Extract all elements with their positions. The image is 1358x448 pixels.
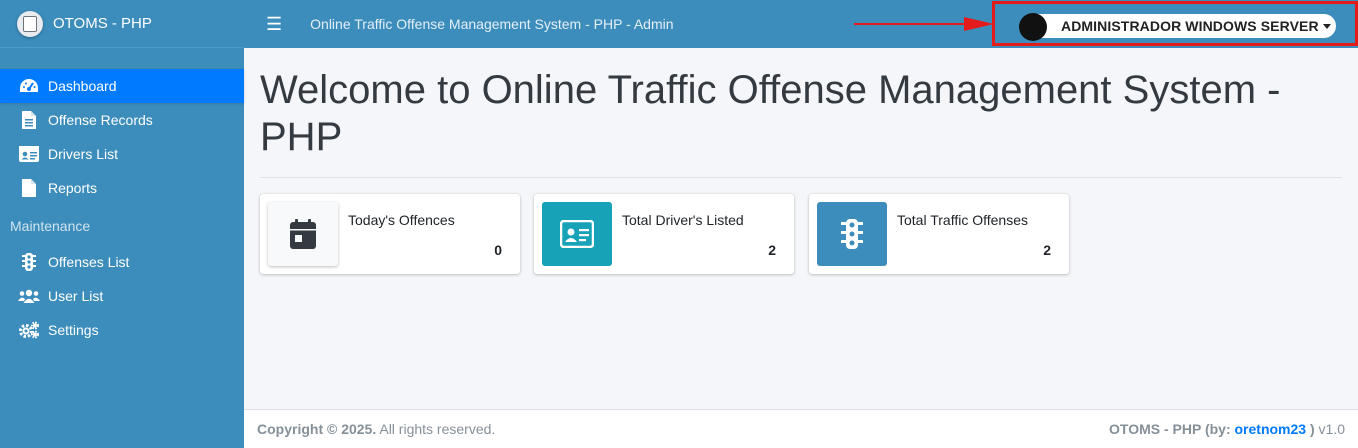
sidebar: OTOMS - PHP Dashboard Offense Records Dr… [0,0,244,448]
footer-copyright: Copyright © 2025. All rights reserved. [257,421,495,437]
copyright-rights: All rights reserved. [379,421,496,437]
sidebar-item-label: User List [48,288,104,304]
avatar [1019,12,1047,41]
info-box-number: 2 [768,242,776,258]
top-navbar: ☰ Online Traffic Offense Management Syst… [244,0,1358,48]
version: v1.0 [1318,421,1345,437]
sidebar-item-offenses-list[interactable]: Offenses List [0,245,244,279]
info-box-number: 2 [1043,242,1051,258]
footer-credits: OTOMS - PHP (by: oretnom23 ) v1.0 [1109,421,1345,437]
sidebar-item-label: Drivers List [48,146,119,162]
welcome-heading: Welcome to Online Traffic Offense Manage… [260,68,1281,159]
tachometer-icon [18,77,40,95]
file-text-icon [18,111,40,129]
sidebar-item-label: Settings [48,322,99,338]
sidebar-item-label: Dashboard [48,78,117,94]
sidebar-item-settings[interactable]: Settings [0,313,244,347]
users-icon [18,287,40,305]
brand-link[interactable]: OTOMS - PHP [0,0,244,48]
file-icon [18,179,40,197]
main-content: Welcome to Online Traffic Offense Manage… [244,48,1358,410]
traffic-light-icon [817,202,887,266]
info-box-total-traffic-offenses: Total Traffic Offenses 2 [809,194,1069,274]
sidebar-item-drivers-list[interactable]: Drivers List [0,137,244,171]
sidebar-item-dashboard[interactable]: Dashboard [0,69,244,103]
footer: Copyright © 2025. All rights reserved. O… [244,409,1358,448]
sidebar-nav: Dashboard Offense Records Drivers List R… [0,69,244,347]
info-box-total-drivers: Total Driver's Listed 2 [534,194,794,274]
traffic-light-icon [18,253,40,271]
copyright-year: Copyright © 2025. [257,421,377,437]
info-box-label: Today's Offences [348,212,455,228]
id-card-icon [542,202,612,266]
user-menu-dropdown[interactable]: ADMINISTRADOR WINDOWS SERVER [1019,12,1336,41]
brand-logo [17,10,43,37]
sidebar-item-label: Offense Records [48,112,153,128]
sidebar-item-label: Reports [48,180,98,196]
annotation-highlight-box: ADMINISTRADOR WINDOWS SERVER [992,1,1358,46]
info-box-label: Total Driver's Listed [622,212,744,228]
id-card-icon [18,145,40,163]
page-title: Online Traffic Offense Management System… [310,16,674,32]
brand-name: OTOMS - PHP [53,15,152,32]
author-link[interactable]: oretnom23 [1235,421,1307,437]
annotation-arrow [854,17,994,31]
sidebar-item-reports[interactable]: Reports [0,171,244,205]
sidebar-header-maintenance: Maintenance [10,218,91,234]
user-name: ADMINISTRADOR WINDOWS SERVER [1061,18,1319,34]
sidebar-item-offense-records[interactable]: Offense Records [0,103,244,137]
info-box-label: Total Traffic Offenses [897,212,1028,228]
divider [260,177,1342,178]
caret-down-icon [1322,23,1331,29]
info-box-number: 0 [494,242,502,258]
sidebar-item-user-list[interactable]: User List [0,279,244,313]
sidebar-item-label: Offenses List [48,254,130,270]
menu-toggle-icon[interactable]: ☰ [266,14,282,35]
calendar-icon [268,202,338,266]
credit-close: ) [1309,421,1315,437]
app-credit: OTOMS - PHP (by: [1109,421,1231,437]
info-box-todays-offences: Today's Offences 0 [260,194,520,274]
cogs-icon [18,321,40,339]
